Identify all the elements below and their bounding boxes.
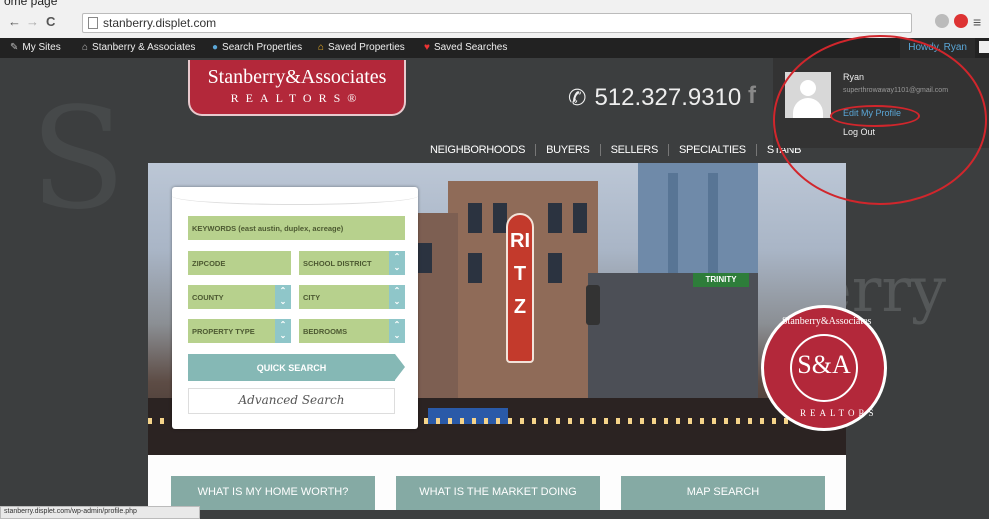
keywords-input[interactable]: KEYWORDS (east austin, duplex, acreage) (188, 216, 405, 240)
window (548, 203, 562, 233)
logo-name: Stanberry&Associates (207, 66, 387, 88)
adminbar-item-saved-searches[interactable]: ♥ Saved Searches (424, 42, 507, 53)
home-icon: ⌂ (82, 42, 89, 53)
status-bar: stanberry.displet.com/wp-admin/profile.p… (0, 506, 200, 519)
annotation-circle-small (830, 105, 920, 127)
phone-icon: ✆ (568, 85, 587, 110)
window (548, 253, 562, 283)
quick-search-arrow (395, 354, 405, 380)
adminbar-label: Stanberry & Associates (92, 42, 196, 53)
ritz-sign-text: RITZ (510, 230, 530, 318)
market-button[interactable]: WHAT IS THE MARKET DOING (396, 476, 600, 510)
city-select[interactable]: CITY ⌃ ⌄ (299, 285, 405, 309)
adminbar-label: Saved Searches (433, 42, 508, 53)
city-label: CITY (303, 293, 321, 302)
seal-monogram: S&A (790, 334, 858, 402)
bedrooms-select[interactable]: BEDROOMS ⌃ ⌄ (299, 319, 405, 343)
seal-top-text: Stanberry&Associates (782, 316, 872, 327)
avatar-thumb (979, 41, 989, 53)
county-label: COUNTY (192, 293, 224, 302)
window (468, 203, 482, 233)
window (493, 203, 507, 233)
adminbar-item-search-properties[interactable]: ● Search Properties (212, 42, 302, 53)
select-arrows-icon: ⌃ ⌄ (389, 319, 405, 343)
site-logo[interactable]: Stanberry&Associates REALTORS® (188, 60, 406, 116)
card-notch (172, 187, 418, 205)
logo-subtitle: REALTORS® (230, 91, 364, 105)
bedrooms-label: BEDROOMS (303, 327, 348, 336)
home-worth-button[interactable]: WHAT IS MY HOME WORTH? (171, 476, 375, 510)
extension-icon[interactable] (935, 14, 949, 28)
adblock-icon[interactable] (954, 14, 968, 28)
search-icon: ● (212, 42, 219, 53)
window (573, 203, 587, 233)
advanced-search-button[interactable]: Advanced Search (188, 388, 395, 414)
window (468, 253, 482, 283)
select-arrows-icon: ⌃ ⌄ (389, 251, 405, 275)
wrench-icon: ✎ (10, 42, 19, 53)
adminbar-label: My Sites (22, 42, 61, 53)
adminbar-item-my-sites[interactable]: ✎ My Sites (10, 42, 61, 53)
phone-number[interactable]: ✆ 512.327.9310 (568, 84, 741, 112)
phone-text: 512.327.9310 (594, 84, 742, 111)
nav-buyers[interactable]: BUYERS (536, 144, 601, 156)
tab-title[interactable]: ome page (4, 0, 57, 8)
adminbar-label: Search Properties (222, 42, 303, 53)
brand-seal: Stanberry&Associates S&A REALTORS (761, 305, 887, 431)
map-search-button[interactable]: MAP SEARCH (621, 476, 825, 510)
ritz-sign: RITZ (506, 213, 534, 363)
facebook-icon[interactable]: f (748, 82, 756, 110)
browser-chrome: ome page ← → C stanberry.displet.com ≡ (0, 0, 989, 38)
nav-specialties[interactable]: SPECIALTIES (669, 144, 757, 156)
zipcode-input[interactable]: ZIPCODE (188, 251, 291, 275)
school-district-select[interactable]: SCHOOL DISTRICT ⌃ ⌄ (299, 251, 405, 275)
window (418, 243, 432, 273)
page-icon (88, 17, 98, 29)
forward-icon[interactable]: → (26, 14, 39, 29)
school-district-label: SCHOOL DISTRICT (303, 259, 372, 268)
select-arrows-icon: ⌃ ⌄ (275, 285, 291, 309)
property-type-select[interactable]: PROPERTY TYPE ⌃ ⌄ (188, 319, 291, 343)
county-select[interactable]: COUNTY ⌃ ⌄ (188, 285, 291, 309)
traffic-light (586, 285, 600, 325)
nav-sellers[interactable]: SELLERS (601, 144, 669, 156)
adminbar-label: Saved Properties (328, 42, 405, 53)
property-type-label: PROPERTY TYPE (192, 327, 255, 336)
url-text: stanberry.displet.com (103, 16, 217, 30)
watermark-swirl: S (30, 78, 126, 241)
nav-neighborhoods[interactable]: NEIGHBORHOODS (420, 144, 537, 156)
back-icon[interactable]: ← (8, 14, 21, 29)
quick-search-button[interactable]: QUICK SEARCH (188, 354, 395, 381)
seal-bottom-text: REALTORS (800, 408, 878, 418)
select-arrows-icon: ⌃ ⌄ (275, 319, 291, 343)
heart-icon: ♥ (424, 42, 430, 53)
adminbar-item-saved-properties[interactable]: ⌂ Saved Properties (318, 42, 405, 53)
main-nav: NEIGHBORHOODS BUYERS SELLERS SPECIALTIES STA… (420, 140, 811, 156)
reload-icon[interactable]: C (46, 14, 55, 29)
select-arrows-icon: ⌃ ⌄ (389, 285, 405, 309)
street-sign: TRINITY (693, 273, 749, 287)
house-icon: ⌂ (318, 42, 325, 53)
menu-icon[interactable]: ≡ (973, 14, 981, 30)
address-bar[interactable]: stanberry.displet.com (82, 13, 912, 33)
adminbar-item-site[interactable]: ⌂ Stanberry & Associates (82, 42, 195, 53)
